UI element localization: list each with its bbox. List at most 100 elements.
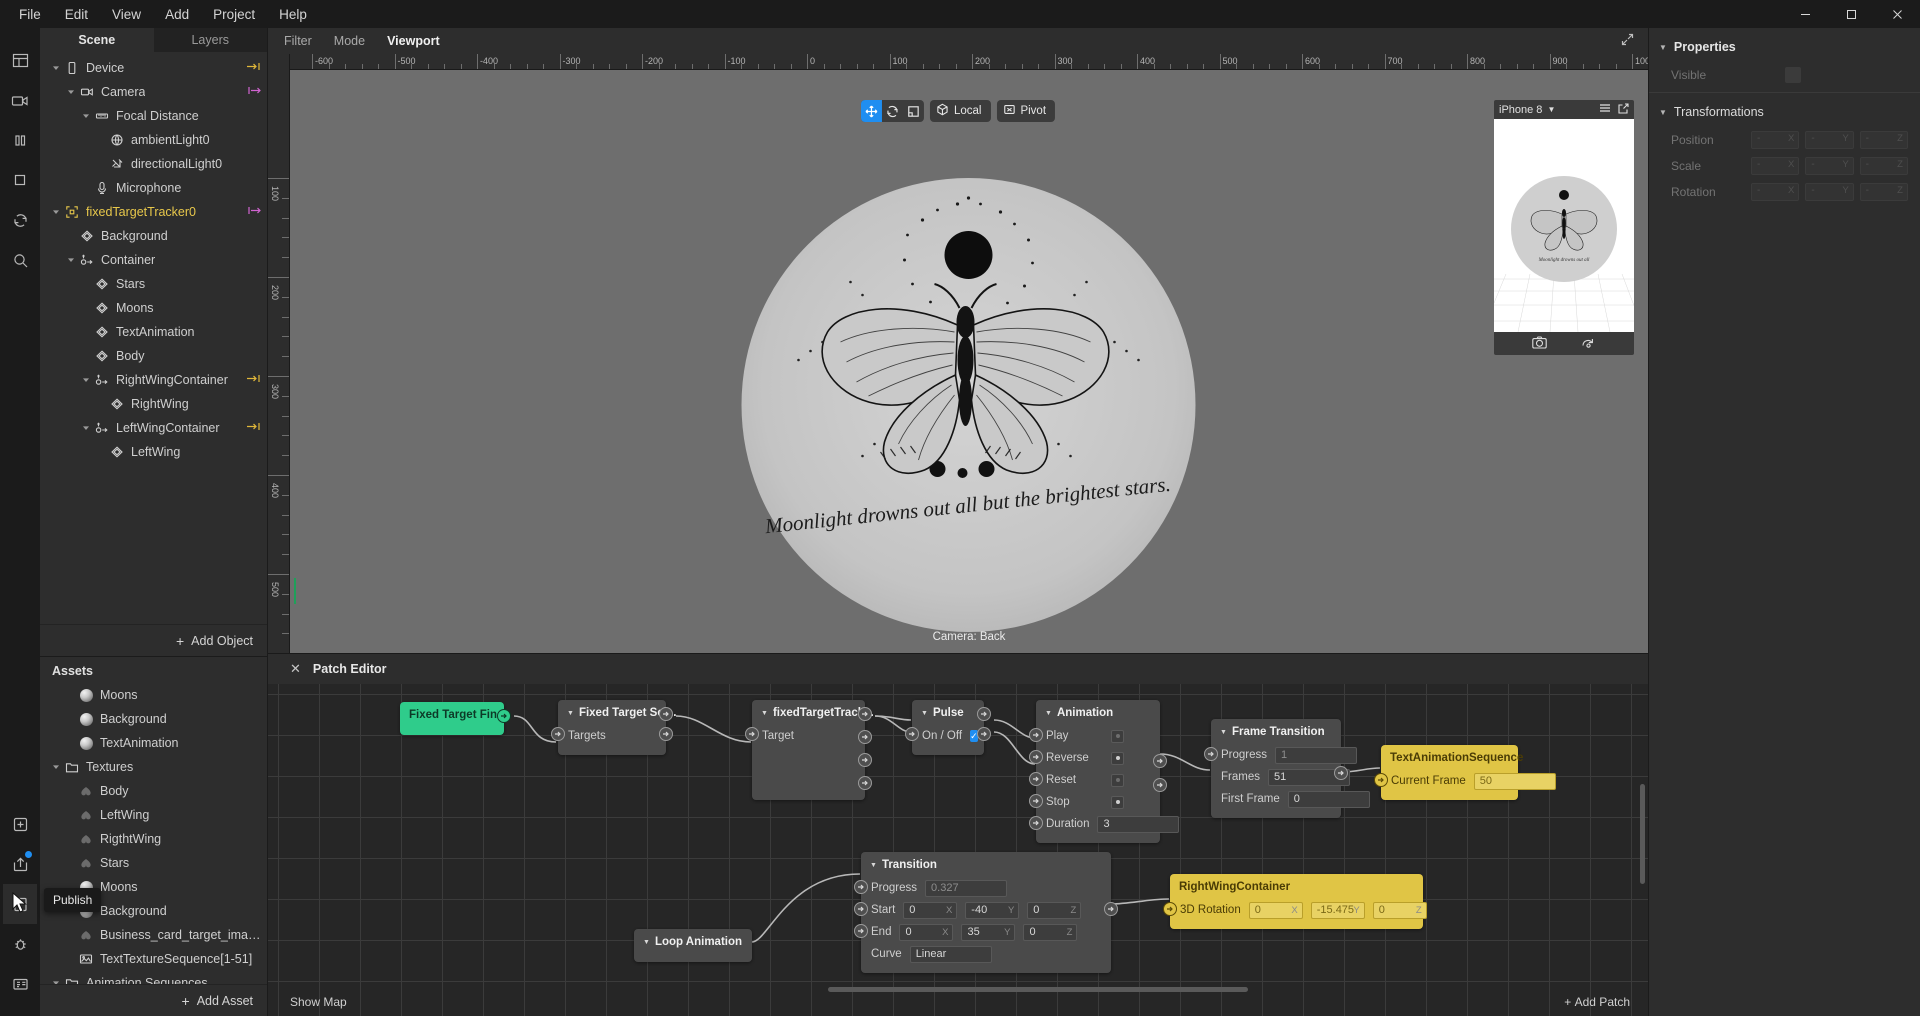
patch-value-field[interactable]: 3: [1097, 815, 1180, 833]
property-x-field[interactable]: -X: [1751, 157, 1800, 175]
output-port[interactable]: [497, 709, 511, 723]
output-arrow-icon[interactable]: [241, 62, 261, 74]
assets-list[interactable]: Moons Background TextAnimation Textures Body…: [40, 683, 267, 984]
patch-vector-x-field[interactable]: 0X: [903, 901, 958, 919]
output-arrow-icon[interactable]: [241, 422, 261, 434]
asset-item-background[interactable]: Background: [40, 707, 267, 731]
input-port-end[interactable]: [854, 924, 868, 938]
patch-node-loop-animation[interactable]: ▼ Loop Animation: [634, 929, 752, 962]
camera-icon[interactable]: [3, 80, 37, 120]
chevron-down-icon[interactable]: ▼: [1045, 710, 1052, 717]
chevron-down-icon[interactable]: ▼: [1547, 105, 1555, 114]
device-preview-screen[interactable]: Moonlight drowns out all: [1494, 119, 1634, 332]
scene-tree-item-ambientlight0[interactable]: ambientLight0: [40, 128, 267, 152]
pause-icon[interactable]: [3, 120, 37, 160]
output-port-2[interactable]: [858, 730, 872, 744]
menu-item-add[interactable]: Add: [154, 3, 200, 26]
scene-tree-item-camera[interactable]: Camera: [40, 80, 267, 104]
asset-item-rigthtwing[interactable]: RigthtWing: [40, 827, 267, 851]
input-port-1[interactable]: [1029, 728, 1043, 742]
patch-node-right-wing-container[interactable]: RightWingContainer 3D Rotation 0 X -15.475 Y 0…: [1163, 874, 1427, 929]
patch-node-header[interactable]: ▼ Transition: [861, 852, 1111, 877]
show-map-button[interactable]: Show Map: [290, 995, 347, 1009]
patch-node-fixed-target-selector[interactable]: ▼ Fixed Target Sel... Targets: [551, 700, 677, 755]
patch-node-header[interactable]: ▼ Frame Transition: [1211, 719, 1341, 744]
menu-item-view[interactable]: View: [101, 3, 152, 26]
hamburger-icon[interactable]: [1599, 103, 1611, 116]
chevron-down-icon[interactable]: ▼: [921, 710, 928, 717]
scene-tree-item-focal-distance[interactable]: Focal Distance: [40, 104, 267, 128]
chevron-down-icon[interactable]: [50, 762, 61, 773]
scene-tree[interactable]: Device Camera Focal Distance ambientLight0 d…: [40, 52, 267, 624]
scene-tree-item-container[interactable]: Container: [40, 248, 267, 272]
layout-icon[interactable]: [3, 40, 37, 80]
patch-node-fixed-target-finder[interactable]: Fixed Target Fin...: [400, 702, 511, 735]
close-icon[interactable]: ✕: [290, 661, 301, 677]
rotate-tool-icon[interactable]: [882, 100, 903, 122]
asset-item-business-card-target-image[interactable]: Business_card_target_image: [40, 923, 267, 947]
output-arrow-icon[interactable]: [241, 374, 261, 386]
viewport[interactable]: 100200300400500600 -600-500-400-300-200-…: [268, 54, 1648, 653]
asset-item-stars[interactable]: Stars: [40, 851, 267, 875]
output-port[interactable]: [1104, 902, 1118, 916]
bug-icon[interactable]: [3, 924, 37, 964]
input-arrow-icon[interactable]: [241, 86, 261, 98]
chevron-down-icon[interactable]: [50, 207, 61, 218]
scene-tree-item-leftwing[interactable]: LeftWing: [40, 440, 267, 464]
patch-vector-z-field[interactable]: 0Z: [1372, 901, 1427, 919]
toggle-button[interactable]: [1111, 751, 1124, 765]
patch-node-fixed-target-tracker[interactable]: ▼ fixedTargetTrack... Target: [745, 700, 874, 800]
pivot-button[interactable]: Pivot: [996, 100, 1056, 122]
camera-capture-icon[interactable]: [1532, 335, 1547, 352]
patch-node-pulse[interactable]: ▼ Pulse On / Off ✓: [905, 700, 991, 755]
square-icon[interactable]: [3, 160, 37, 200]
viewport-tab-viewport[interactable]: Viewport: [387, 34, 440, 48]
docs-icon[interactable]: [3, 964, 37, 1004]
chevron-down-icon[interactable]: ▼: [643, 939, 650, 946]
patch-node-transition[interactable]: ▼ Transition Progress 0.327 Start 0 X -40 Y 0 Z End…: [854, 852, 1118, 973]
upload-icon[interactable]: [3, 844, 37, 884]
input-port[interactable]: [905, 727, 919, 741]
property-x-field[interactable]: -X: [1751, 131, 1800, 149]
asset-item-body[interactable]: Body: [40, 779, 267, 803]
menu-item-file[interactable]: File: [8, 3, 52, 26]
scene-tree-item-microphone[interactable]: Microphone: [40, 176, 267, 200]
chevron-down-icon[interactable]: [50, 978, 61, 984]
output-port-2[interactable]: [1153, 778, 1167, 792]
asset-item-texttexturesequence-1-51-[interactable]: TextTextureSequence[1-51]: [40, 947, 267, 971]
patch-node-header[interactable]: ▼ Loop Animation: [634, 929, 752, 954]
input-port-targets[interactable]: [551, 727, 565, 741]
asset-item-moons[interactable]: Moons: [40, 683, 267, 707]
patch-vector-y-field[interactable]: 35 Y: [961, 923, 1016, 941]
patch-value-field[interactable]: 0: [1287, 790, 1370, 808]
input-port-current-frame[interactable]: [1374, 773, 1388, 787]
scene-tree-item-stars[interactable]: Stars: [40, 272, 267, 296]
chevron-down-icon[interactable]: ▼: [567, 710, 574, 717]
input-arrow-icon[interactable]: [241, 206, 261, 218]
minimize-button[interactable]: [1782, 0, 1828, 28]
chevron-down-icon[interactable]: [80, 423, 91, 434]
output-port-1[interactable]: [858, 707, 872, 721]
property-z-field[interactable]: -Z: [1859, 131, 1908, 149]
coordinate-space-button[interactable]: Local: [929, 100, 991, 122]
record-icon[interactable]: [1581, 336, 1596, 352]
patch-node-header[interactable]: TextAnimationSequence: [1381, 745, 1523, 770]
tab-scene[interactable]: Scene: [40, 28, 154, 52]
output-port-1[interactable]: [977, 707, 991, 721]
patch-value-field[interactable]: 0.327: [925, 879, 1008, 897]
property-z-field[interactable]: -Z: [1859, 183, 1908, 201]
property-y-field[interactable]: -Y: [1805, 183, 1854, 201]
scene-tree-item-device[interactable]: Device: [40, 56, 267, 80]
add-patch-button[interactable]: + Add Patch: [1564, 995, 1630, 1009]
scale-tool-icon[interactable]: [903, 100, 924, 122]
patch-node-frame-transition[interactable]: ▼ Frame Transition Progress 1 Frames 51 First …: [1204, 719, 1370, 818]
patch-node-header[interactable]: ▼ fixedTargetTrack...: [752, 700, 874, 725]
scene-tree-item-directionallight0[interactable]: directionalLight0: [40, 152, 267, 176]
patch-node-animation[interactable]: ▼ Animation Play Reverse Reset Stop Duration 3: [1029, 700, 1180, 843]
input-port-3[interactable]: [1029, 772, 1043, 786]
patch-node-text-animation-sequence[interactable]: TextAnimationSequence Current Frame 50: [1374, 745, 1556, 800]
input-port-5[interactable]: [1029, 816, 1043, 830]
menu-item-help[interactable]: Help: [268, 3, 318, 26]
popout-icon[interactable]: [1618, 102, 1629, 117]
input-port-progress[interactable]: [854, 880, 868, 894]
